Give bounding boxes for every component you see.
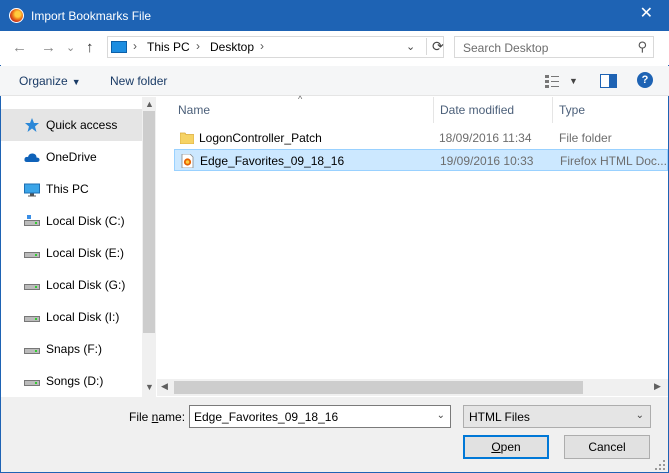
help-icon[interactable]: ?: [637, 72, 653, 88]
nav-item-local-disk-i[interactable]: Local Disk (I:): [1, 301, 142, 333]
column-header-type[interactable]: Type: [553, 97, 668, 123]
file-type-select[interactable]: HTML Files ⌄: [463, 405, 651, 428]
nav-item-onedrive[interactable]: OneDrive: [1, 141, 142, 173]
nav-item-label: Local Disk (I:): [46, 310, 120, 324]
breadcrumb-separator[interactable]: ›: [133, 39, 137, 53]
scroll-up-icon[interactable]: ▲: [145, 99, 154, 109]
file-name: LogonController_Patch: [199, 131, 322, 145]
nav-item-this-pc[interactable]: This PC: [1, 173, 142, 205]
star-icon: [25, 118, 39, 132]
column-header-name[interactable]: Name: [172, 97, 434, 123]
nav-item-snaps-f[interactable]: Snaps (F:): [1, 333, 142, 365]
scroll-down-icon[interactable]: ▼: [145, 382, 154, 392]
search-icon[interactable]: ⚲: [637, 39, 647, 55]
file-name-value[interactable]: Edge_Favorites_09_18_16: [194, 410, 338, 424]
label-text: File: [129, 410, 152, 424]
file-row[interactable]: LogonController_Patch 18/09/2016 11:34 F…: [174, 127, 668, 149]
file-name-input[interactable]: Edge_Favorites_09_18_16 ⌄: [189, 405, 451, 428]
label-text: ame:: [158, 410, 186, 424]
view-options-icon[interactable]: [545, 74, 563, 88]
chevron-down-icon[interactable]: ⌄: [437, 410, 445, 421]
address-dropdown-icon[interactable]: ⌄: [406, 40, 415, 53]
column-label: Type: [559, 103, 586, 117]
button-hotkey: O: [491, 440, 501, 454]
file-list-horizontal-scrollbar[interactable]: ◀ ▶: [157, 379, 668, 396]
new-folder-button[interactable]: New folder: [110, 74, 167, 88]
file-list: ^ Name Date modified Type LogonControlle…: [157, 94, 668, 397]
nav-item-label: Local Disk (G:): [46, 278, 126, 292]
forward-button[interactable]: →: [41, 39, 56, 56]
nav-item-quick-access[interactable]: Quick access: [1, 109, 142, 141]
address-bar[interactable]: › This PC › Desktop › ⌄ ⟳: [107, 36, 444, 58]
search-box[interactable]: Search Desktop ⚲: [454, 36, 654, 58]
button-label: pen: [500, 440, 521, 454]
firefox-icon: [9, 8, 24, 23]
chevron-down-icon: ▼: [71, 77, 81, 87]
nav-item-label: OneDrive: [46, 150, 97, 164]
resize-grip-icon[interactable]: [655, 460, 665, 470]
nav-item-local-disk-e[interactable]: Local Disk (E:): [1, 237, 142, 269]
cancel-button[interactable]: Cancel: [564, 435, 650, 459]
nav-item-label: This PC: [46, 182, 89, 196]
html-file-icon: [181, 154, 194, 168]
column-label: Date modified: [440, 103, 515, 117]
file-type-value: HTML Files: [469, 410, 530, 424]
nav-item-songs-d[interactable]: Songs (D:): [1, 365, 142, 397]
command-bar: Organize ▼ New folder ▼: [0, 66, 669, 96]
breadcrumb-this-pc[interactable]: This PC: [147, 40, 190, 54]
open-button[interactable]: Open: [463, 435, 549, 459]
up-button[interactable]: ↑: [86, 39, 94, 56]
file-name-label: File name:: [129, 410, 185, 424]
file-name: Edge_Favorites_09_18_16: [200, 154, 345, 168]
nav-item-label: Local Disk (C:): [46, 214, 125, 228]
window-title: Import Bookmarks File: [31, 9, 152, 23]
breadcrumb-separator[interactable]: ›: [260, 39, 264, 53]
view-dropdown-icon[interactable]: ▼: [569, 76, 578, 86]
cloud-icon: [24, 153, 40, 162]
title-bar: Import Bookmarks File ✕: [0, 0, 669, 31]
breadcrumb-separator[interactable]: ›: [196, 39, 200, 53]
nav-scrollbar[interactable]: ▲ ▼: [142, 97, 156, 397]
nav-item-label: Local Disk (E:): [46, 246, 125, 260]
column-label: Name: [178, 103, 211, 117]
nav-item-local-disk-c[interactable]: Local Disk (C:): [1, 205, 142, 237]
navigation-pane: Quick access OneDrive This PC Local Disk…: [1, 97, 156, 397]
drive-icon: [24, 252, 40, 258]
file-date: 19/09/2016 10:33: [440, 154, 534, 168]
breadcrumb-desktop[interactable]: Desktop: [210, 40, 254, 54]
organize-button[interactable]: Organize ▼: [19, 74, 81, 88]
file-row-selected[interactable]: Edge_Favorites_09_18_16 19/09/2016 10:33…: [174, 149, 668, 171]
file-type: Firefox HTML Doc...: [560, 154, 667, 168]
monitor-icon: [24, 183, 40, 197]
nav-scroll-thumb[interactable]: [143, 111, 155, 333]
nav-item-label: Quick access: [46, 118, 118, 132]
drive-icon: [24, 215, 40, 226]
recent-locations-button[interactable]: ⌄: [66, 41, 75, 54]
close-button[interactable]: ✕: [640, 6, 653, 22]
back-button[interactable]: ←: [12, 39, 27, 56]
organize-label: Organize: [19, 74, 68, 88]
scroll-right-icon[interactable]: ▶: [654, 381, 661, 392]
drive-icon: [24, 316, 40, 322]
drive-icon: [24, 380, 40, 386]
nav-item-local-disk-g[interactable]: Local Disk (G:): [1, 269, 142, 301]
scroll-left-icon[interactable]: ◀: [161, 381, 168, 392]
drive-icon: [24, 348, 40, 354]
horizontal-scroll-thumb[interactable]: [174, 381, 583, 394]
pc-icon: [111, 41, 127, 53]
file-date: 18/09/2016 11:34: [439, 131, 532, 145]
file-type: File folder: [559, 131, 612, 145]
search-placeholder[interactable]: Search Desktop: [463, 41, 548, 55]
folder-icon: [180, 132, 194, 144]
preview-pane-icon[interactable]: [600, 74, 618, 88]
column-header-date-modified[interactable]: Date modified: [434, 97, 553, 123]
drive-icon: [24, 284, 40, 290]
nav-item-label: Songs (D:): [46, 374, 104, 388]
chevron-down-icon: ⌄: [635, 410, 644, 421]
refresh-icon[interactable]: ⟳: [426, 38, 444, 55]
nav-item-label: Snaps (F:): [46, 342, 103, 356]
